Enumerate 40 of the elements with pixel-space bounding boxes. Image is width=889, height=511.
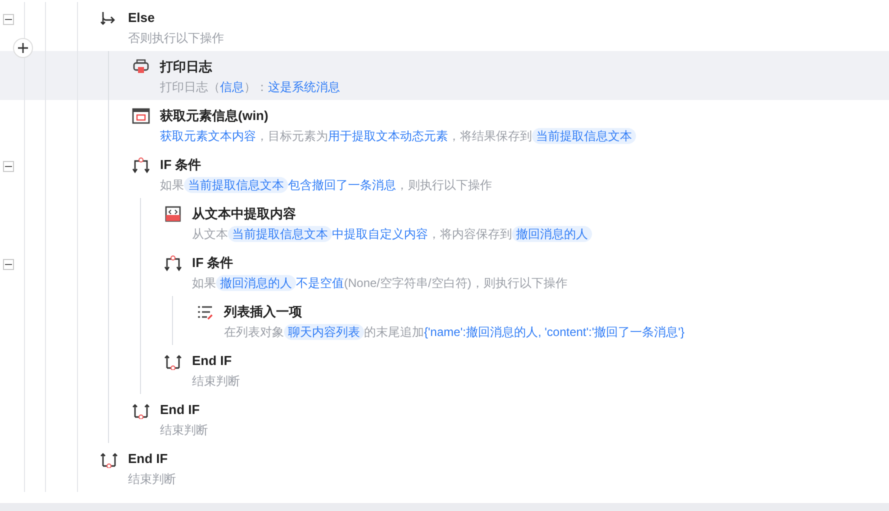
step-title: 打印日志 [160,58,214,76]
printer-icon [132,58,150,76]
step-description: 结束判断 [128,471,176,488]
step-row[interactable]: End IF 结束判断 [0,345,889,394]
step-description: 结束判断 [160,422,208,439]
step-title: 从文本中提取内容 [192,205,297,223]
plus-icon [18,43,28,53]
fork-icon [132,156,150,174]
collapse-toggle[interactable] [3,259,14,270]
collapse-toggle[interactable] [3,161,14,172]
step-title: IF 条件 [192,254,234,272]
step-row[interactable]: 列表插入一项 在列表对象 聊天内容列表 的末尾追加{'name':撤回消息的人, 'content':'撤回了一条消息'} [0,296,889,345]
step-row[interactable]: IF 条件 如果 撤回消息的人 不是空值(None/空字符串/空白符)，则执行以下操作 [0,247,889,296]
step-title: End IF [160,401,201,419]
add-step-button[interactable] [13,38,33,58]
step-title: Else [128,9,156,27]
step-row[interactable]: IF 条件 如果 当前提取信息文本 包含撤回了一条消息，则执行以下操作 [0,149,889,198]
window-icon [132,107,150,125]
step-description: 如果 撤回消息的人 不是空值(None/空字符串/空白符)，则执行以下操作 [192,274,568,292]
step-title: End IF [128,450,169,468]
step-title: IF 条件 [160,156,202,174]
step-description: 打印日志（信息）：这是系统消息 [160,79,340,96]
step-row[interactable]: End IF 结束判断 [0,443,889,492]
step-row[interactable]: 获取元素信息(win) 获取元素文本内容，目标元素为用于提取文本动态元素，将结果保存到 当前提取信息文本 [0,100,889,149]
code-document-icon [164,205,182,223]
step-description: 获取元素文本内容，目标元素为用于提取文本动态元素，将结果保存到 当前提取信息文本 [160,127,636,145]
step-row[interactable]: Else 否则执行以下操作 [0,2,889,51]
step-title: 获取元素信息(win) [160,107,270,125]
step-row[interactable]: 打印日志 打印日志（信息）：这是系统消息 [0,51,889,100]
step-description: 结束判断 [192,373,240,390]
fork-icon [164,254,182,272]
step-title: End IF [192,352,233,370]
step-description: 在列表对象 聊天内容列表 的末尾追加{'name':撤回消息的人, 'content':'撤回了一条消息'} [224,323,684,341]
step-description: 否则执行以下操作 [128,30,224,47]
collapse-toggle[interactable] [3,14,14,25]
step-title: 列表插入一项 [224,303,303,321]
step-row[interactable]: End IF 结束判断 [0,394,889,443]
step-description: 如果 当前提取信息文本 包含撤回了一条消息，则执行以下操作 [160,176,492,194]
step-description: 从文本 当前提取信息文本 中提取自定义内容，将内容保存到 撤回消息的人 [192,225,592,243]
step-row[interactable]: 从文本中提取内容 从文本 当前提取信息文本 中提取自定义内容，将内容保存到 撤回消息的人 [0,198,889,247]
